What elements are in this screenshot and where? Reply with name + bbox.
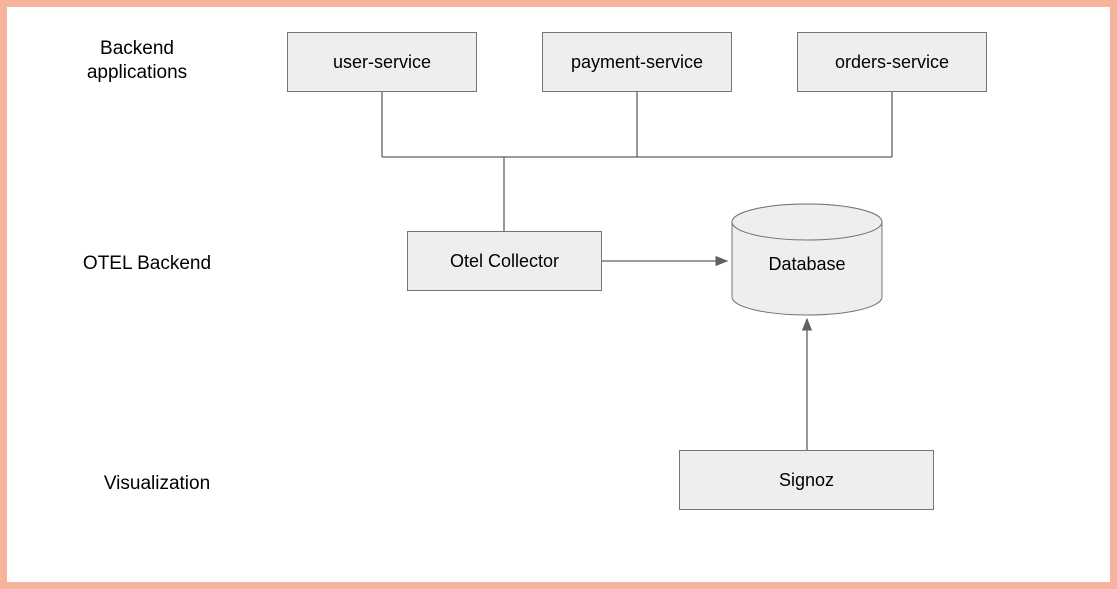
node-signoz-label: Signoz xyxy=(779,470,834,491)
connectors-svg xyxy=(7,7,1110,582)
row-label-otel-backend: OTEL Backend xyxy=(67,252,227,276)
node-signoz: Signoz xyxy=(679,450,934,510)
node-user-service-label: user-service xyxy=(333,52,431,73)
row-label-visualization: Visualization xyxy=(77,472,237,496)
node-otel-collector: Otel Collector xyxy=(407,231,602,291)
node-payment-service: payment-service xyxy=(542,32,732,92)
node-user-service: user-service xyxy=(287,32,477,92)
node-database-label: Database xyxy=(767,254,847,275)
diagram-frame: Backend applications OTEL Backend Visual… xyxy=(0,0,1117,589)
node-orders-service: orders-service xyxy=(797,32,987,92)
node-orders-service-label: orders-service xyxy=(835,52,949,73)
diagram-canvas: Backend applications OTEL Backend Visual… xyxy=(7,7,1110,582)
row-label-backend-apps: Backend applications xyxy=(67,37,207,85)
node-payment-service-label: payment-service xyxy=(571,52,703,73)
node-otel-collector-label: Otel Collector xyxy=(450,251,559,272)
